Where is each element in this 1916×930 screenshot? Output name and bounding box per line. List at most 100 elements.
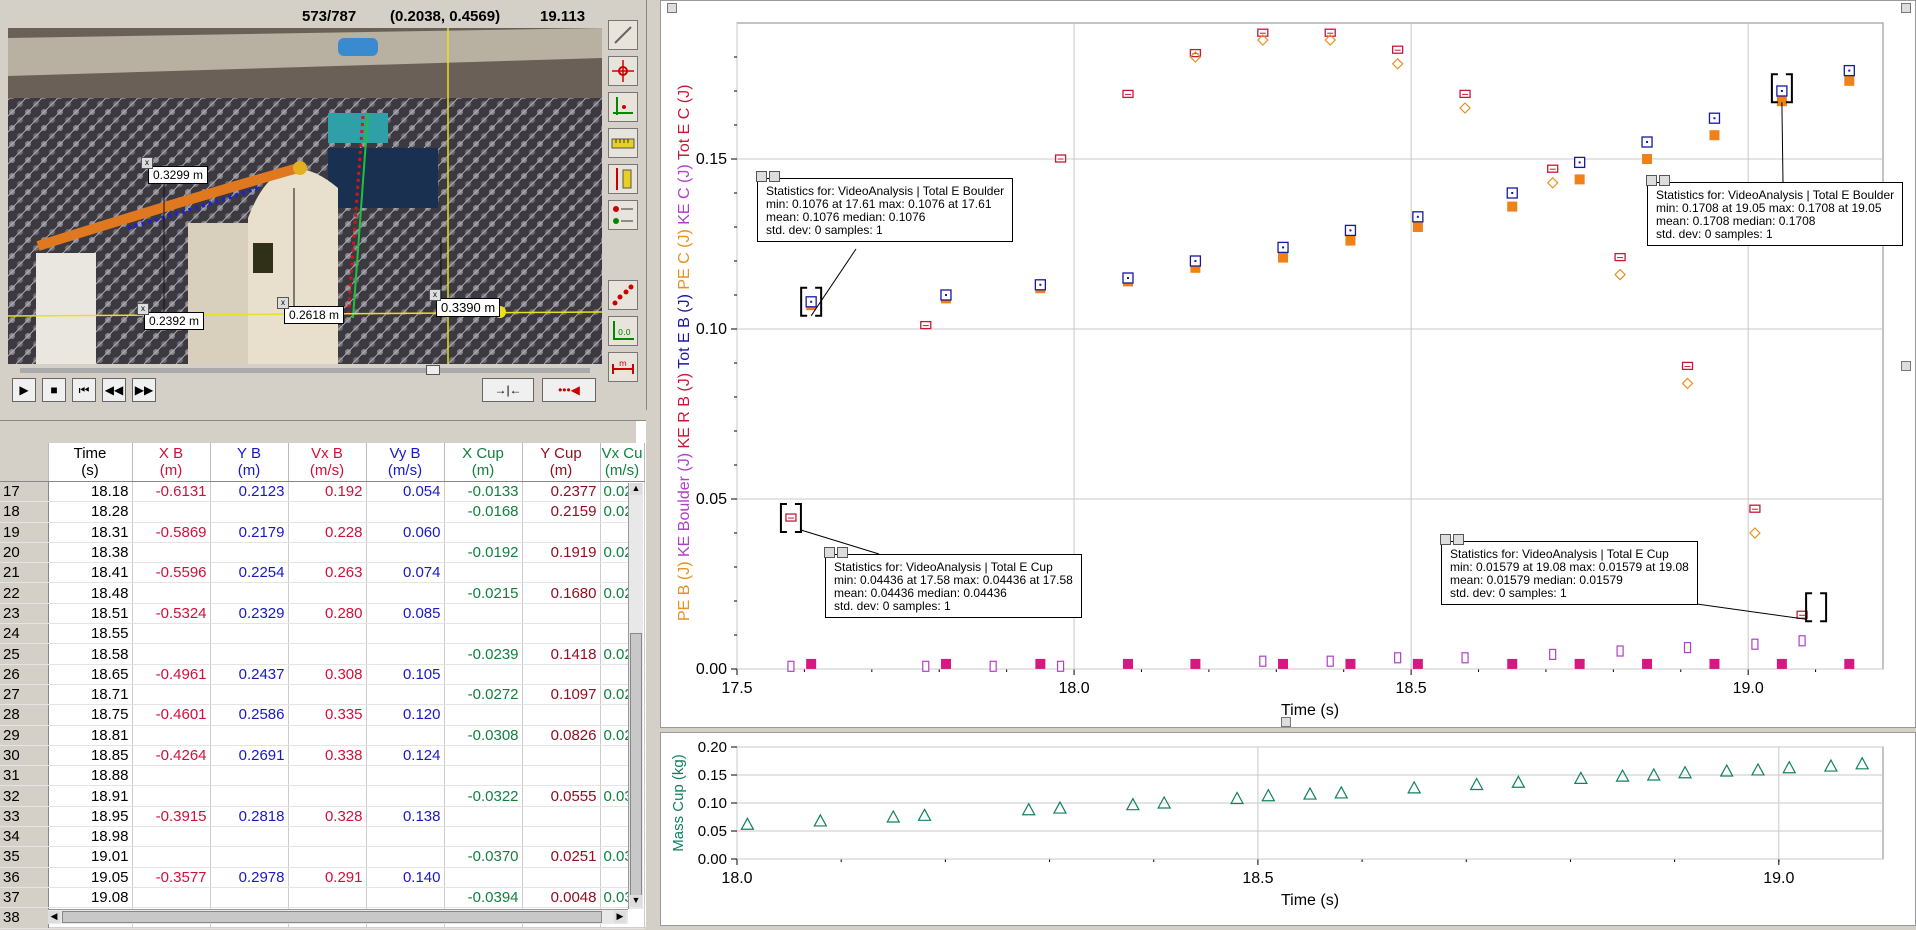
table-cell[interactable]: 0.138 bbox=[366, 806, 445, 828]
table-cell[interactable]: -0.5324 bbox=[132, 603, 211, 625]
table-cell[interactable]: 0.2123 bbox=[210, 481, 289, 503]
table-cell[interactable]: 18.58 bbox=[48, 643, 133, 665]
statistics-box[interactable]: Statistics for: VideoAnalysis | Total E … bbox=[1440, 534, 1698, 605]
table-cell[interactable] bbox=[522, 562, 601, 584]
table-cell[interactable]: 18.51 bbox=[48, 603, 133, 625]
table-cell[interactable]: 0.2978 bbox=[210, 867, 289, 888]
table-row[interactable]: 25 18.58 -0.0239 0.1418 0.025 bbox=[0, 643, 645, 665]
column-header[interactable]: X Cup (m) bbox=[444, 443, 523, 482]
table-cell[interactable]: 18.41 bbox=[48, 562, 133, 584]
table-cell[interactable]: 0.2818 bbox=[210, 806, 289, 828]
table-cell[interactable] bbox=[288, 725, 367, 746]
statistics-box[interactable]: Statistics for: VideoAnalysis | Total E … bbox=[824, 547, 1082, 618]
table-cell[interactable] bbox=[132, 684, 211, 706]
table-cell[interactable] bbox=[288, 643, 367, 665]
close-icon[interactable] bbox=[1646, 175, 1672, 190]
table-cell[interactable] bbox=[288, 684, 367, 706]
table-cell[interactable]: 18.18 bbox=[48, 481, 133, 503]
tape-measure-label[interactable]: x 0.2392 m bbox=[137, 303, 205, 330]
table-cell[interactable]: -0.0215 bbox=[444, 582, 523, 604]
table-cell[interactable]: 0.280 bbox=[288, 603, 367, 625]
table-cell[interactable] bbox=[522, 765, 601, 787]
table-row[interactable]: 36 19.05 -0.3577 0.2978 0.291 0.140 bbox=[0, 867, 645, 888]
column-header[interactable]: Y B (m) bbox=[210, 443, 289, 482]
table-cell[interactable]: -0.0272 bbox=[444, 684, 523, 706]
table-cell[interactable]: -0.3915 bbox=[132, 806, 211, 828]
table-cell[interactable]: -0.4601 bbox=[132, 704, 211, 726]
table-cell[interactable]: 19.01 bbox=[48, 846, 133, 868]
table-cell[interactable]: 18.48 bbox=[48, 582, 133, 604]
table-row[interactable]: 37 19.08 -0.0394 0.0048 0.038 bbox=[0, 887, 645, 909]
table-cell[interactable] bbox=[366, 765, 445, 787]
table-cell[interactable] bbox=[210, 501, 289, 523]
table-cell[interactable]: -0.0308 bbox=[444, 725, 523, 746]
column-header[interactable]: Y Cup (m) bbox=[522, 443, 601, 482]
table-row[interactable]: 23 18.51 -0.5324 0.2329 0.280 0.085 bbox=[0, 603, 645, 625]
table-cell[interactable] bbox=[444, 806, 523, 828]
table-row[interactable]: 18 18.28 -0.0168 0.2159 0.027 bbox=[0, 501, 645, 523]
table-row[interactable]: 28 18.75 -0.4601 0.2586 0.335 0.120 bbox=[0, 704, 645, 726]
table-cell[interactable] bbox=[444, 765, 523, 787]
table-cell[interactable]: 0.0555 bbox=[522, 785, 601, 807]
table-cell[interactable]: 18.81 bbox=[48, 725, 133, 746]
column-header[interactable]: X B (m) bbox=[132, 443, 211, 482]
table-cell[interactable] bbox=[522, 664, 601, 685]
pen-icon[interactable] bbox=[608, 20, 638, 50]
table-cell[interactable]: 0.120 bbox=[366, 704, 445, 726]
table-cell[interactable] bbox=[522, 704, 601, 726]
close-icon[interactable]: x bbox=[137, 303, 149, 315]
table-cell[interactable]: 18.38 bbox=[48, 542, 133, 564]
table-cell[interactable]: 0.328 bbox=[288, 806, 367, 828]
table-cell[interactable]: 18.95 bbox=[48, 806, 133, 828]
table-cell[interactable]: -0.0133 bbox=[444, 481, 523, 503]
table-cell[interactable]: 0.124 bbox=[366, 745, 445, 767]
table-cell[interactable]: 0.140 bbox=[366, 867, 445, 888]
table-cell[interactable]: 18.71 bbox=[48, 684, 133, 706]
table-cell[interactable]: 18.75 bbox=[48, 704, 133, 726]
close-icon[interactable]: x bbox=[141, 157, 153, 169]
table-cell[interactable]: 0.2691 bbox=[210, 745, 289, 767]
energy-graph[interactable]: 17.5 18.0 18.5 19.00.000.050.100.15Time (s)… bbox=[661, 1, 1915, 727]
table-cell[interactable] bbox=[444, 664, 523, 685]
table-cell[interactable]: -0.4961 bbox=[132, 664, 211, 685]
table-cell[interactable] bbox=[210, 765, 289, 787]
table-cell[interactable]: 0.054 bbox=[366, 481, 445, 503]
table-cell[interactable]: 0.2377 bbox=[522, 481, 601, 503]
table-row[interactable]: 34 18.98 bbox=[0, 826, 645, 848]
table-cell[interactable]: 18.28 bbox=[48, 501, 133, 523]
table-row[interactable]: 32 18.91 -0.0322 0.0555 0.032 bbox=[0, 785, 645, 807]
table-row[interactable]: 31 18.88 bbox=[0, 765, 645, 787]
table-cell[interactable] bbox=[366, 501, 445, 523]
table-cell[interactable] bbox=[522, 867, 601, 888]
table-cell[interactable]: 0.263 bbox=[288, 562, 367, 584]
table-cell[interactable] bbox=[288, 826, 367, 848]
table-cell[interactable] bbox=[132, 846, 211, 868]
table-row[interactable]: 24 18.55 bbox=[0, 623, 645, 645]
table-cell[interactable] bbox=[210, 684, 289, 706]
table-cell[interactable]: 0.335 bbox=[288, 704, 367, 726]
set-range-icon[interactable]: →|← bbox=[482, 378, 534, 402]
origin-icon[interactable] bbox=[608, 56, 638, 86]
table-cell[interactable]: -0.3577 bbox=[132, 867, 211, 888]
table-cell[interactable]: 18.85 bbox=[48, 745, 133, 767]
table-cell[interactable] bbox=[444, 867, 523, 888]
table-cell[interactable]: 0.1680 bbox=[522, 582, 601, 604]
table-cell[interactable] bbox=[366, 826, 445, 848]
table-cell[interactable]: 18.88 bbox=[48, 765, 133, 787]
stop-icon[interactable]: ■ bbox=[42, 378, 66, 402]
table-cell[interactable]: -0.4264 bbox=[132, 745, 211, 767]
table-cell[interactable] bbox=[444, 562, 523, 584]
table-row[interactable]: 19 18.31 -0.5869 0.2179 0.228 0.060 bbox=[0, 522, 645, 543]
first-frame-icon[interactable]: ⏮ bbox=[72, 378, 96, 402]
table-row[interactable]: 22 18.48 -0.0215 0.1680 0.025 bbox=[0, 582, 645, 604]
resize-handle[interactable] bbox=[1901, 3, 1911, 13]
close-icon[interactable] bbox=[824, 547, 850, 562]
step-back-icon[interactable]: ◀◀ bbox=[102, 378, 126, 402]
trail-icon[interactable]: •••◀ bbox=[542, 378, 596, 402]
table-cell[interactable] bbox=[132, 623, 211, 645]
table-cell[interactable] bbox=[522, 745, 601, 767]
table-cell[interactable]: 0.105 bbox=[366, 664, 445, 685]
table-cell[interactable]: 0.1418 bbox=[522, 643, 601, 665]
play-icon[interactable]: ▶ bbox=[12, 378, 36, 402]
table-row[interactable]: 30 18.85 -0.4264 0.2691 0.338 0.124 bbox=[0, 745, 645, 767]
